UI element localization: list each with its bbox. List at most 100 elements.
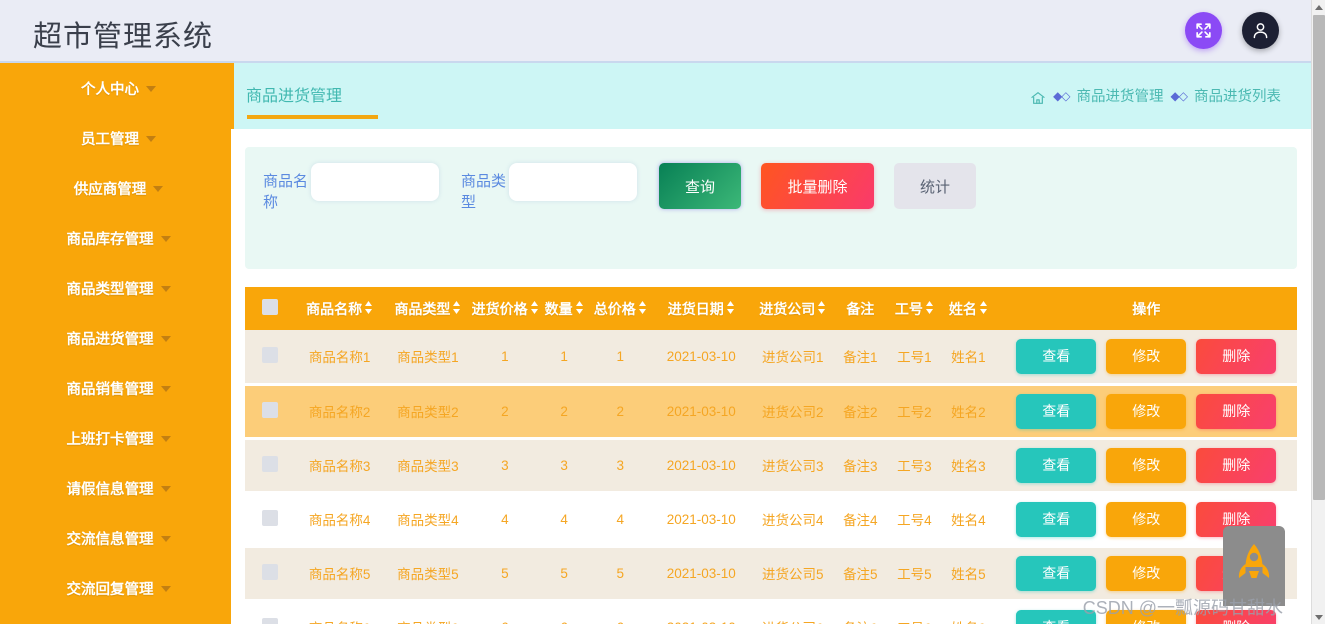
column-header-label: 工号 <box>895 301 923 317</box>
column-header-5[interactable]: 总价格 <box>590 287 650 330</box>
cell-type: 商品类型2 <box>384 384 471 438</box>
sort-updown-icon[interactable] <box>925 301 934 317</box>
table-row[interactable]: 商品名称2商品类型22222021-03-10进货公司2备注2工号2姓名2查看修… <box>245 384 1297 438</box>
expand-arrows-icon-button[interactable] <box>1185 12 1222 49</box>
edit-button[interactable]: 修改 <box>1106 448 1186 483</box>
sort-updown-icon[interactable] <box>817 301 826 317</box>
sidebar-item-1[interactable]: 员工管理 <box>0 113 231 163</box>
table-row[interactable]: 商品名称3商品类型33332021-03-10进货公司3备注3工号3姓名3查看修… <box>245 438 1297 492</box>
table-row[interactable]: 商品名称5商品类型55552021-03-10进货公司5备注5工号5姓名5查看修… <box>245 546 1297 600</box>
sidebar-item-label: 交流信息管理 <box>67 528 154 549</box>
breadcrumb-item-1[interactable]: 商品进货列表 <box>1194 85 1281 106</box>
cell-company: 进货公司4 <box>752 492 833 546</box>
user-avatar-icon <box>1250 20 1271 41</box>
view-button[interactable]: 查看 <box>1016 502 1096 537</box>
cell-empno: 工号5 <box>887 546 941 600</box>
cell-total: 6 <box>590 600 650 624</box>
column-header-label: 商品名称 <box>306 301 362 317</box>
search-input-product-type[interactable] <box>509 163 637 201</box>
scrollbar-thumb[interactable] <box>1313 15 1325 500</box>
delete-button[interactable]: 删除 <box>1196 448 1276 483</box>
cell-date: 2021-03-10 <box>650 384 752 438</box>
sidebar-item-label: 员工管理 <box>81 128 139 149</box>
content-area: 商品进货管理 ◆◇ 商品进货管理 ◆◇ 商品进货列表 <box>231 63 1311 624</box>
scroll-down-arrow-icon[interactable] <box>1312 610 1325 624</box>
sort-updown-icon[interactable] <box>979 301 988 317</box>
cell-person: 姓名2 <box>941 384 995 438</box>
view-button[interactable]: 查看 <box>1016 339 1096 374</box>
row-checkbox[interactable] <box>262 456 278 472</box>
sort-updown-icon[interactable] <box>638 301 647 317</box>
sidebar-item-10[interactable]: 交流回复管理 <box>0 563 231 613</box>
cell-name: 商品名称1 <box>295 330 384 384</box>
edit-button[interactable]: 修改 <box>1106 339 1186 374</box>
breadcrumb-item-0[interactable]: 商品进货管理 <box>1077 85 1164 106</box>
delete-button[interactable]: 删除 <box>1196 394 1276 429</box>
chevron-down-icon <box>161 286 171 292</box>
cell-name: 商品名称5 <box>295 546 384 600</box>
column-header-9[interactable]: 工号 <box>887 287 941 330</box>
sidebar-item-5[interactable]: 商品进货管理 <box>0 313 231 363</box>
edit-button[interactable]: 修改 <box>1106 556 1186 591</box>
sidebar-item-4[interactable]: 商品类型管理 <box>0 263 231 313</box>
sidebar-item-0[interactable]: 个人中心 <box>0 63 231 113</box>
sidebar-item-8[interactable]: 请假信息管理 <box>0 463 231 513</box>
cell-total: 1 <box>590 330 650 384</box>
cell-total: 2 <box>590 384 650 438</box>
sidebar-item-6[interactable]: 商品销售管理 <box>0 363 231 413</box>
chevron-down-icon <box>153 186 163 192</box>
cell-empno: 工号6 <box>887 600 941 624</box>
statistics-button[interactable]: 统计 <box>894 163 976 209</box>
row-checkbox[interactable] <box>262 564 278 580</box>
cell-qty: 6 <box>538 600 590 624</box>
column-header-7[interactable]: 进货公司 <box>752 287 833 330</box>
column-header-6[interactable]: 进货日期 <box>650 287 752 330</box>
column-header-4[interactable]: 数量 <box>538 287 590 330</box>
delete-button[interactable]: 删除 <box>1196 339 1276 374</box>
sidebar-item-7[interactable]: 上班打卡管理 <box>0 413 231 463</box>
header-actions <box>1185 12 1279 49</box>
select-all-checkbox[interactable] <box>262 299 278 315</box>
cell-price: 1 <box>472 330 539 384</box>
cell-note: 备注5 <box>833 546 887 600</box>
view-button[interactable]: 查看 <box>1016 556 1096 591</box>
purchase-table: 商品名称商品类型进货价格数量总价格进货日期进货公司备注工号姓名操作 商品名称1商… <box>245 287 1297 624</box>
sort-updown-icon[interactable] <box>575 301 584 317</box>
scroll-up-arrow-icon[interactable] <box>1312 0 1325 14</box>
row-checkbox[interactable] <box>262 618 278 624</box>
cell-note: 备注2 <box>833 384 887 438</box>
row-checkbox[interactable] <box>262 402 278 418</box>
batch-delete-button[interactable]: 批量删除 <box>761 163 874 209</box>
column-header-1[interactable]: 商品名称 <box>295 287 384 330</box>
sidebar-item-3[interactable]: 商品库存管理 <box>0 213 231 263</box>
column-header-3[interactable]: 进货价格 <box>472 287 539 330</box>
column-header-10[interactable]: 姓名 <box>941 287 995 330</box>
sidebar-item-2[interactable]: 供应商管理 <box>0 163 231 213</box>
sort-updown-icon[interactable] <box>726 301 735 317</box>
row-checkbox[interactable] <box>262 510 278 526</box>
table-row[interactable]: 商品名称1商品类型11112021-03-10进货公司1备注1工号1姓名1查看修… <box>245 330 1297 384</box>
sidebar-item-9[interactable]: 交流信息管理 <box>0 513 231 563</box>
sort-updown-icon[interactable] <box>452 301 461 317</box>
edit-button[interactable]: 修改 <box>1106 394 1186 429</box>
sort-updown-icon[interactable] <box>530 301 539 317</box>
tab-purchase-management[interactable]: 商品进货管理 <box>246 82 342 106</box>
view-button[interactable]: 查看 <box>1016 448 1096 483</box>
view-button[interactable]: 查看 <box>1016 394 1096 429</box>
search-input-product-name[interactable] <box>311 163 439 201</box>
page-scrollbar[interactable] <box>1311 0 1325 624</box>
search-button[interactable]: 查询 <box>659 163 741 209</box>
cell-type: 商品类型6 <box>384 600 471 624</box>
table-row[interactable]: 商品名称4商品类型44442021-03-10进货公司4备注4工号4姓名4查看修… <box>245 492 1297 546</box>
row-checkbox[interactable] <box>262 347 278 363</box>
user-avatar-button[interactable] <box>1242 12 1279 49</box>
sort-updown-icon[interactable] <box>364 301 373 317</box>
column-header-label: 进货公司 <box>759 301 815 317</box>
cell-date: 2021-03-10 <box>650 546 752 600</box>
cell-date: 2021-03-10 <box>650 330 752 384</box>
column-header-2[interactable]: 商品类型 <box>384 287 471 330</box>
home-icon[interactable] <box>1030 90 1046 106</box>
cell-person: 姓名6 <box>941 600 995 624</box>
edit-button[interactable]: 修改 <box>1106 502 1186 537</box>
cell-company: 进货公司5 <box>752 546 833 600</box>
